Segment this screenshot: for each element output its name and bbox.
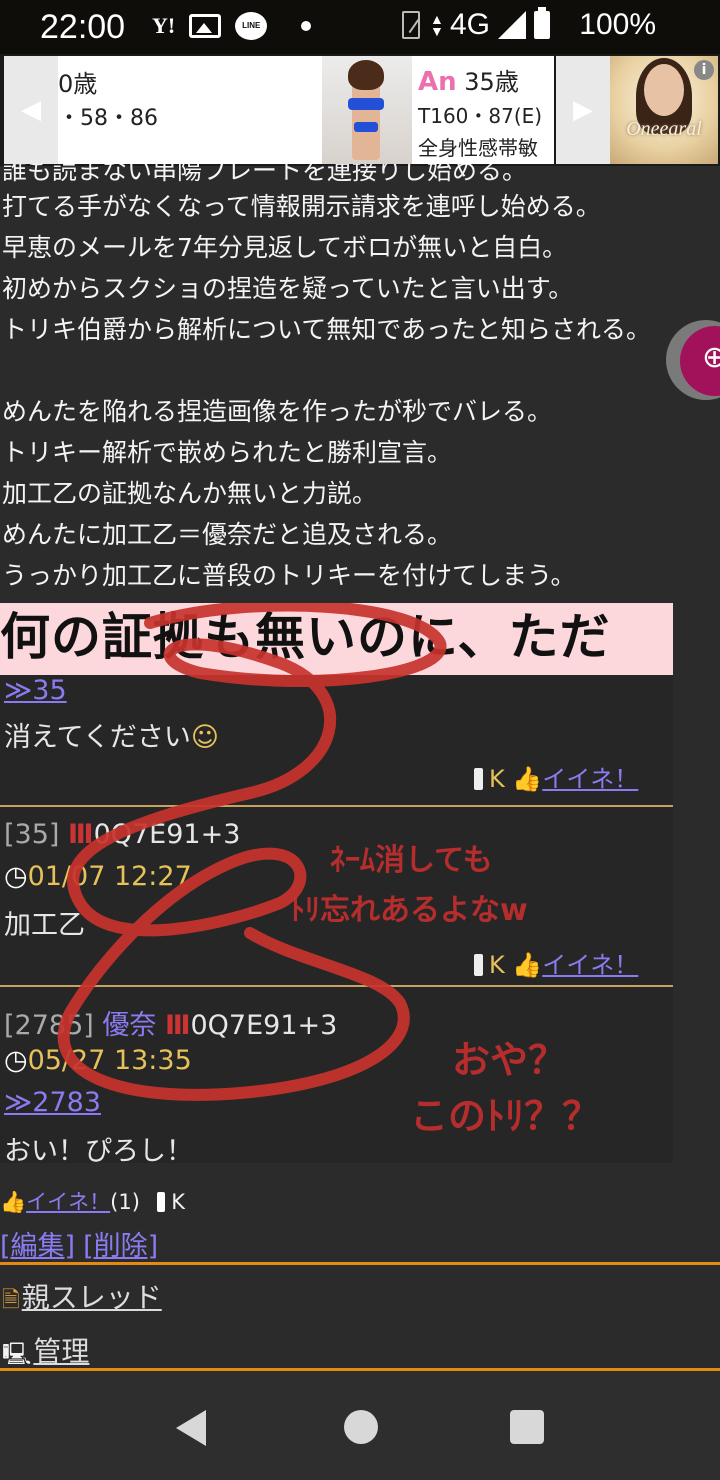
thumb-icon: 👍	[0, 1190, 27, 1214]
edit-delete-row: [編集] [削除]	[0, 1224, 158, 1263]
notification-icons: Y! LINE	[152, 12, 312, 40]
text-line: 初めからスクショの捏造を疑っていたと言い出す。	[2, 274, 574, 303]
ad-prev-button[interactable]: ◀	[4, 56, 58, 164]
admin-link[interactable]: 管理	[33, 1335, 89, 1368]
like-button[interactable]: イイネ！	[26, 1190, 110, 1214]
embedded-screenshot: 何の証拠も無いのに、ただ ≫35 消えてください☺ K 👍イイネ！ [35] Ⅲ…	[0, 603, 673, 1163]
text-line: うっかり加工乙に普段のトリキーを付けてしまう。	[2, 561, 576, 590]
text-line: 打てる手がなくなって情報開示請求を連呼し始める。	[2, 192, 601, 221]
line-icon: LINE	[235, 12, 268, 40]
ad-logo-text: Oneearal	[626, 118, 702, 140]
edit-link[interactable]: [編集]	[0, 1231, 75, 1262]
ad-info-icon[interactable]: i	[694, 60, 714, 80]
ad-logo-image[interactable]: Oneearal i	[610, 56, 718, 164]
signal-icon	[498, 11, 526, 39]
ad-next-button[interactable]: ▶	[556, 56, 610, 164]
back-icon[interactable]	[176, 1410, 206, 1446]
parent-thread-link[interactable]: 親スレッド	[22, 1281, 162, 1314]
text-line: トリキー解析で嵌められたと勝利宣言。	[2, 438, 453, 467]
yahoo-icon: Y!	[152, 13, 176, 38]
ad-card-2-desc: 全身性感帯敏	[418, 136, 538, 160]
ad-card-2-name: An	[418, 67, 457, 97]
like-count: (1)	[110, 1190, 140, 1214]
battery-level: 100%	[579, 8, 656, 41]
delete-link[interactable]: [削除]	[83, 1231, 158, 1262]
network-type: 4G	[449, 8, 490, 41]
system-navigation-bar	[0, 1372, 720, 1480]
red-circle-annotation	[57, 603, 447, 1101]
divider	[0, 1368, 720, 1371]
ad-card-2-stats: T160・87(E)	[418, 104, 543, 128]
more-notifications-icon	[301, 21, 312, 31]
divider	[0, 1262, 720, 1265]
ad-banner[interactable]: ◀ 0歳 ・58・86 An 35歳 T160・87(E) 全身性感帯敏 ▶ O…	[0, 54, 720, 166]
ad-card-1-age: 0歳	[58, 70, 98, 98]
data-arrows-icon: ▲ ▼	[429, 11, 444, 39]
k-label: K	[171, 1190, 186, 1214]
home-icon[interactable]	[344, 1410, 378, 1444]
ad-card-1[interactable]: 0歳 ・58・86	[58, 56, 322, 164]
text-line: 加工乙の証拠なんか無いと力説。	[2, 479, 378, 508]
battery-icon	[534, 7, 550, 39]
ad-photo[interactable]	[322, 56, 412, 164]
text-line: トリキ伯爵から解析について無知であったと知らされる。	[2, 315, 652, 344]
image-icon	[189, 14, 222, 38]
ad-card-2-age: 35歳	[464, 68, 519, 96]
text-line: めんたに加工乙＝優奈だと追及される。	[2, 520, 453, 549]
ad-card-2[interactable]: An 35歳 T160・87(E) 全身性感帯敏	[412, 56, 554, 164]
text-line: めんたを陥れる捏造画像を作ったが秒でバレる。	[2, 397, 553, 426]
clock: 22:00	[40, 8, 126, 46]
phone-icon	[156, 1192, 165, 1212]
text-line: 誰も読まない串陽フレートを連接りし始める。	[2, 164, 528, 185]
recent-apps-icon[interactable]	[510, 1410, 544, 1444]
post-body: 誰も読まない串陽フレートを連接りし始める。 打てる手がなくなって情報開示請求を連…	[0, 164, 720, 596]
parent-thread-row: 🗎親スレッド	[2, 1276, 162, 1321]
status-bar: 22:00 Y! LINE ▲ ▼ 4G 100%	[0, 0, 720, 54]
ad-card-1-stats: ・58・86	[58, 106, 158, 131]
network-status: ▲ ▼ 4G	[401, 7, 550, 42]
no-sim-icon	[401, 11, 420, 39]
like-row: 👍イイネ！(1) K	[0, 1186, 185, 1216]
text-line: 早恵のメールを7年分見返してボロが無いと自白。	[2, 233, 568, 262]
document-icon: 🗎	[2, 1288, 20, 1313]
